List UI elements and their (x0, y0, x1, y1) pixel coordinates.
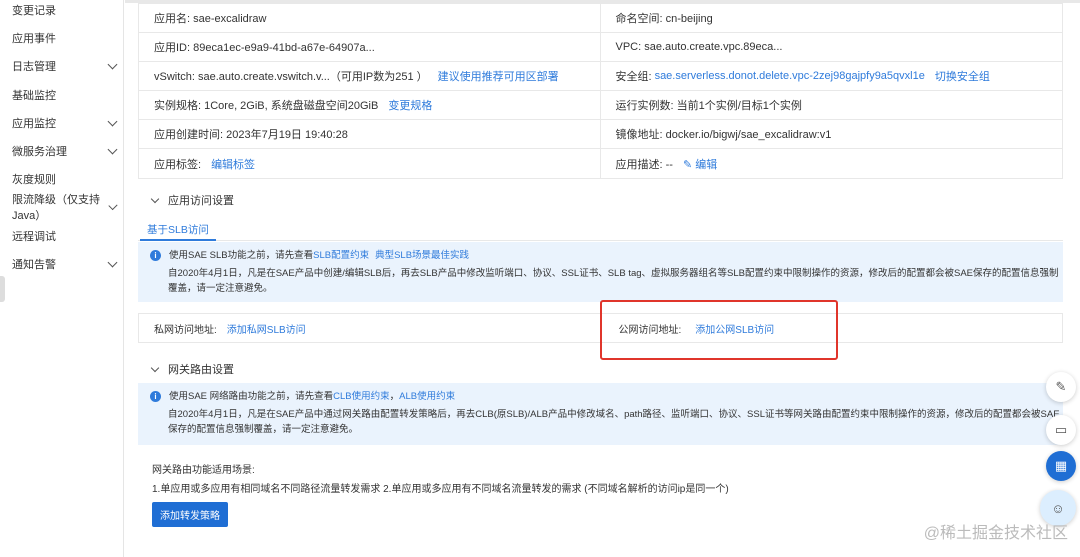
info-link[interactable]: 切换安全组 (935, 68, 990, 84)
sidebar-item-label: 灰度规则 (12, 174, 56, 187)
info-text: 应用标签: (154, 158, 202, 171)
sidebar-item[interactable]: 基础监控 (12, 87, 122, 103)
apps-grid-icon[interactable]: ▦ (1046, 451, 1076, 481)
alb-constraints-link[interactable]: ALB使用约束 (399, 389, 455, 404)
info-text: 命名空间: cn-beijing (615, 13, 713, 25)
sidebar-item[interactable]: 日志管理 (12, 58, 122, 74)
sidebar-item-label: 通知告警 (12, 258, 56, 271)
info-text: 镜像地址: docker.io/bigwj/sae_excalidraw:v1 (615, 129, 832, 141)
sidebar-item[interactable]: 远程调试 (12, 228, 122, 244)
main-content: 应用名: sae-excalidraw 命名空间: cn-beijing 应用ID:… (125, 0, 1080, 557)
info-cell: 运行实例数: 当前1个实例/目标1个实例 (601, 91, 1063, 119)
tab-slb-access[interactable]: 基于SLB访问 (140, 223, 216, 241)
info-icon: i (150, 391, 161, 402)
watermark: @稀土掘金技术社区 (923, 525, 1068, 542)
info-text: 应用创建时间: 2023年7月19日 19:40:28 (154, 129, 348, 141)
sidebar-item[interactable]: 应用事件 (12, 30, 122, 46)
section-access-settings[interactable]: 应用访问设置 (138, 188, 1063, 212)
notice-text: 使用SAE 网络路由功能之前，请先查看 (169, 391, 334, 402)
sidebar-item-label: 基础监控 (12, 89, 56, 102)
info-link[interactable]: 建议使用推荐可用区部署 (438, 68, 559, 84)
info-cell: 应用标签: 编辑标签 (139, 149, 601, 178)
sidebar-item[interactable]: 通知告警 (12, 256, 122, 272)
sidebar-item-label: 应用事件 (12, 33, 56, 46)
notice-body: 自2020年4月1日，凡是在SAE产品中通过网关路由配置转发策略后，再去CLB(… (168, 409, 1060, 435)
info-text: 应用名: sae-excalidraw (154, 13, 267, 25)
scenario-title: 网关路由功能适用场景: (152, 465, 255, 476)
chevron-down-icon (150, 194, 160, 203)
info-cell: 应用创建时间: 2023年7月19日 19:40:28 (139, 120, 601, 148)
info-row: vSwitch: sae.auto.create.vswitch.v...（可用… (139, 62, 1062, 91)
chevron-down-icon (107, 144, 118, 155)
security-group-link[interactable]: sae.serverless.donot.delete.vpc-2zej98ga… (655, 70, 925, 82)
sidebar-item-label: 变更记录 (12, 5, 56, 17)
add-private-slb-link[interactable]: 添加私网SLB访问 (227, 321, 306, 336)
clb-constraints-link[interactable]: CLB使用约束 (333, 389, 389, 404)
sidebar-item-label: 日志管理 (12, 61, 56, 74)
chevron-down-icon (107, 116, 118, 127)
chevron-down-icon (107, 257, 118, 268)
sidebar-item[interactable]: 限流降级（仅支持Java） (12, 194, 122, 222)
sidebar-item[interactable]: 微服务治理 (12, 143, 122, 159)
info-text: 应用ID: 89eca1ec-e9a9-41bd-a67e-64907a... (154, 42, 375, 54)
notice-body: 自2020年4月1日，凡是在SAE产品中创建/编辑SLB后，再去SLB产品中修改… (168, 268, 1059, 294)
sidebar-item-label: 应用监控 (12, 117, 56, 130)
info-text: 运行实例数: 当前1个实例/目标1个实例 (615, 100, 802, 112)
sidebar-item[interactable]: 应用监控 (12, 115, 122, 131)
app-info-table: 应用名: sae-excalidraw 命名空间: cn-beijing 应用ID:… (138, 3, 1063, 179)
info-cell: 镜像地址: docker.io/bigwj/sae_excalidraw:v1 (601, 120, 1063, 148)
info-cell: 实例规格: 1Core, 2GiB, 系统盘磁盘空间20GiB 变更规格 (139, 91, 601, 119)
sidebar: 变更记录应用事件日志管理基础监控应用监控微服务治理灰度规则限流降级（仅支持Jav… (0, 0, 124, 557)
info-icon: i (150, 250, 161, 261)
section-gateway-routing[interactable]: 网关路由设置 (138, 357, 1063, 381)
info-cell: 应用ID: 89eca1ec-e9a9-41bd-a67e-64907a... (139, 33, 601, 61)
add-forwarding-policy-button[interactable]: 添加转发策略 (152, 502, 228, 527)
info-row: 应用ID: 89eca1ec-e9a9-41bd-a67e-64907a... V… (139, 33, 1062, 62)
private-label: 私网访问地址: (154, 324, 217, 336)
info-row: 应用名: sae-excalidraw 命名空间: cn-beijing (139, 4, 1062, 33)
sidebar-collapse-handle[interactable] (0, 276, 5, 302)
sidebar-item[interactable]: 灰度规则 (12, 171, 122, 187)
section-title: 应用访问设置 (168, 195, 234, 207)
info-text: 应用描述: -- (615, 158, 673, 171)
info-row: 实例规格: 1Core, 2GiB, 系统盘磁盘空间20GiB 变更规格 运行实例数… (139, 91, 1062, 120)
slb-best-practice-link[interactable]: 典型SLB场景最佳实践 (375, 248, 469, 263)
info-text: 安全组: (615, 71, 652, 83)
feedback-icon[interactable]: ▭ (1046, 415, 1076, 445)
info-cell: 命名空间: cn-beijing (601, 4, 1063, 32)
tab-divider (138, 240, 1063, 241)
section-title: 网关路由设置 (168, 364, 234, 376)
info-link[interactable]: 变更规格 (388, 97, 432, 113)
info-link[interactable]: 编辑标签 (211, 156, 255, 172)
info-text: vSwitch: sae.auto.create.vswitch.v...（可用… (154, 71, 428, 83)
info-text: 实例规格: 1Core, 2GiB, 系统盘磁盘空间20GiB (154, 100, 379, 112)
info-text: VPC: sae.auto.create.vpc.89eca... (615, 41, 783, 53)
notice-text: 使用SAE SLB功能之前，请先查看 (169, 250, 314, 261)
info-link[interactable]: ✎ 编辑 (683, 156, 717, 172)
slb-constraints-link[interactable]: SLB配置约束 (313, 248, 369, 263)
slb-notice: i 使用SAE SLB功能之前，请先查看 SLB配置约束 典型SLB场景最佳实践… (138, 242, 1063, 302)
sidebar-item-label: 限流降级（仅支持Java） (12, 194, 100, 223)
info-cell: 应用名: sae-excalidraw (139, 4, 601, 32)
info-cell: VPC: sae.auto.create.vpc.89eca... (601, 33, 1063, 61)
info-row: 应用标签: 编辑标签 应用描述: -- ✎ 编辑 (139, 149, 1062, 178)
sidebar-item-label: 微服务治理 (12, 146, 67, 158)
chevron-down-icon (150, 363, 160, 372)
info-cell: 安全组: sae.serverless.donot.delete.vpc-2zej… (601, 62, 1063, 90)
info-cell: 应用描述: -- ✎ 编辑 (601, 149, 1063, 178)
info-row: 应用创建时间: 2023年7月19日 19:40:28 镜像地址: docker.… (139, 120, 1062, 149)
highlight-box (600, 300, 838, 360)
sidebar-item[interactable]: 变更记录 (12, 2, 122, 18)
sidebar-item-label: 远程调试 (12, 230, 56, 243)
gateway-notice: i 使用SAE 网络路由功能之前，请先查看 CLB使用约束 ， ALB使用约束 … (138, 383, 1063, 445)
info-cell: vSwitch: sae.auto.create.vswitch.v...（可用… (139, 62, 601, 90)
edit-icon[interactable]: ✎ (1046, 372, 1076, 402)
chevron-down-icon (107, 59, 118, 70)
scenario-text: 1.单应用或多应用有相同域名不同路径流量转发需求 2.单应用或多应用有不同域名流… (152, 484, 729, 495)
separator: ， (389, 391, 400, 402)
